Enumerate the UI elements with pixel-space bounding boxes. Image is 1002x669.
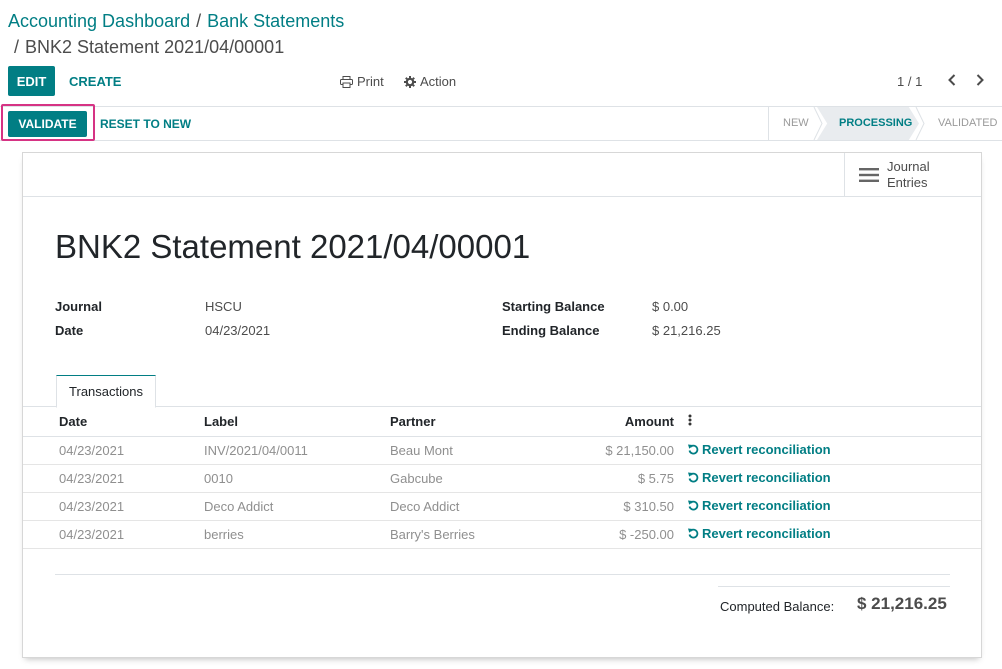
row-partner: Beau Mont — [390, 436, 548, 465]
date-value: 04/23/2021 — [205, 323, 271, 338]
row-date: 04/23/2021 — [23, 436, 204, 465]
tab-transactions[interactable]: Transactions — [56, 375, 156, 408]
pager-next-button[interactable] — [972, 70, 988, 90]
pager-value[interactable]: 1 / 1 — [897, 74, 922, 89]
row-label: Deco Addict — [204, 492, 390, 521]
row-amount: $ 5.75 — [548, 464, 688, 493]
print-icon — [340, 75, 353, 88]
revert-label: Revert reconciliation — [702, 498, 831, 513]
table-row[interactable]: 04/23/2021 berries Barry's Berries $ -25… — [23, 520, 981, 549]
computed-balance-value: $ 21,216.25 — [857, 594, 947, 613]
revert-reconciliation-button[interactable]: Revert reconciliation — [688, 442, 831, 457]
journal-entries-line1: Journal — [887, 159, 930, 174]
column-partner[interactable]: Partner — [390, 407, 548, 437]
table-row[interactable]: 04/23/2021 Deco Addict Deco Addict $ 310… — [23, 492, 981, 521]
starting-balance-label: Starting Balance — [502, 299, 605, 314]
row-amount: $ 21,150.00 — [548, 436, 688, 465]
row-partner: Deco Addict — [390, 492, 548, 521]
column-date[interactable]: Date — [23, 407, 204, 437]
status-stages: NEW PROCESSING VALIDATED — [768, 107, 1002, 140]
statusbar: VALIDATE RESET TO NEW NEW PROCESSING VAL… — [0, 104, 1002, 141]
table-footer-divider — [55, 574, 950, 575]
stage-new[interactable]: NEW — [783, 117, 809, 129]
kebab-menu-icon — [688, 414, 692, 426]
row-action-cell: Revert reconciliation — [688, 492, 981, 521]
create-button[interactable]: CREATE — [69, 74, 121, 89]
table-row[interactable]: 04/23/2021 INV/2021/04/0011 Beau Mont $ … — [23, 436, 981, 465]
pager-previous-button[interactable] — [944, 70, 960, 90]
revert-reconciliation-button[interactable]: Revert reconciliation — [688, 470, 831, 485]
row-action-cell: Revert reconciliation — [688, 436, 981, 465]
row-partner: Gabcube — [390, 464, 548, 493]
row-partner: Barry's Berries — [390, 520, 548, 549]
table-header-row: Date Label Partner Amount — [23, 407, 981, 437]
row-date: 04/23/2021 — [23, 492, 204, 521]
form-sheet: Journal Entries BNK2 Statement 2021/04/0… — [22, 152, 982, 658]
edit-button[interactable]: EDIT — [8, 66, 55, 96]
action-button[interactable]: Action — [404, 74, 456, 89]
journal-label: Journal — [55, 299, 102, 314]
row-amount: $ -250.00 — [548, 520, 688, 549]
undo-icon — [688, 500, 699, 511]
computed-balance-label: Computed Balance: — [720, 599, 835, 614]
print-label: Print — [357, 74, 384, 89]
column-options[interactable] — [688, 407, 981, 437]
breadcrumb-current: BNK2 Statement 2021/04/00001 — [25, 37, 285, 57]
undo-icon — [688, 444, 699, 455]
total-divider — [718, 586, 950, 587]
row-label: INV/2021/04/0011 — [204, 436, 390, 465]
breadcrumb-separator: / — [196, 11, 202, 31]
row-date: 04/23/2021 — [23, 520, 204, 549]
row-action-cell: Revert reconciliation — [688, 520, 981, 549]
record-title: BNK2 Statement 2021/04/00001 — [55, 228, 531, 265]
control-panel: EDIT CREATE Print Action 1 / 1 — [0, 66, 1002, 96]
row-amount: $ 310.50 — [548, 492, 688, 521]
breadcrumb-bank-statements[interactable]: Bank Statements — [207, 11, 344, 31]
row-action-cell: Revert reconciliation — [688, 464, 981, 493]
notebook-tabs: Transactions — [23, 375, 981, 408]
undo-icon — [688, 472, 699, 483]
undo-icon — [688, 528, 699, 539]
row-date: 04/23/2021 — [23, 464, 204, 493]
button-box: Journal Entries — [23, 153, 981, 197]
column-label[interactable]: Label — [204, 407, 390, 437]
row-label: 0010 — [204, 464, 390, 493]
journal-entries-line2: Entries — [887, 175, 928, 190]
chevron-left-icon — [948, 74, 956, 86]
revert-reconciliation-button[interactable]: Revert reconciliation — [688, 526, 831, 541]
ending-balance-label: Ending Balance — [502, 323, 600, 338]
revert-label: Revert reconciliation — [702, 470, 831, 485]
breadcrumb-separator: / — [14, 37, 20, 57]
stage-separator — [813, 107, 823, 140]
table-row[interactable]: 04/23/2021 0010 Gabcube $ 5.75 Revert re… — [23, 464, 981, 493]
action-label: Action — [420, 74, 457, 89]
revert-reconciliation-button[interactable]: Revert reconciliation — [688, 498, 831, 513]
chevron-right-icon — [976, 74, 984, 86]
revert-label: Revert reconciliation — [702, 442, 831, 457]
date-label: Date — [55, 323, 84, 338]
bars-icon — [859, 168, 879, 182]
stage-processing[interactable]: PROCESSING — [839, 117, 912, 129]
reset-to-new-button[interactable]: RESET TO NEW — [100, 117, 191, 131]
breadcrumb-accounting-dashboard[interactable]: Accounting Dashboard — [8, 11, 190, 31]
transactions-table: Date Label Partner Amount 04/23/2021 INV… — [23, 407, 981, 549]
column-amount[interactable]: Amount — [548, 407, 688, 437]
stage-validated[interactable]: VALIDATED — [938, 117, 998, 129]
stage-separator — [915, 107, 925, 140]
gear-icon — [404, 75, 416, 88]
journal-value: HSCU — [205, 299, 242, 314]
breadcrumb: Accounting Dashboard / Bank Statements / BN… — [8, 10, 344, 57]
journal-entries-button[interactable]: Journal Entries — [844, 153, 981, 197]
print-button[interactable]: Print — [340, 74, 384, 89]
ending-balance-value: $ 21,216.25 — [652, 323, 721, 338]
row-label: berries — [204, 520, 390, 549]
revert-label: Revert reconciliation — [702, 526, 831, 541]
validate-button[interactable]: VALIDATE — [8, 111, 87, 137]
starting-balance-value: $ 0.00 — [652, 299, 689, 314]
